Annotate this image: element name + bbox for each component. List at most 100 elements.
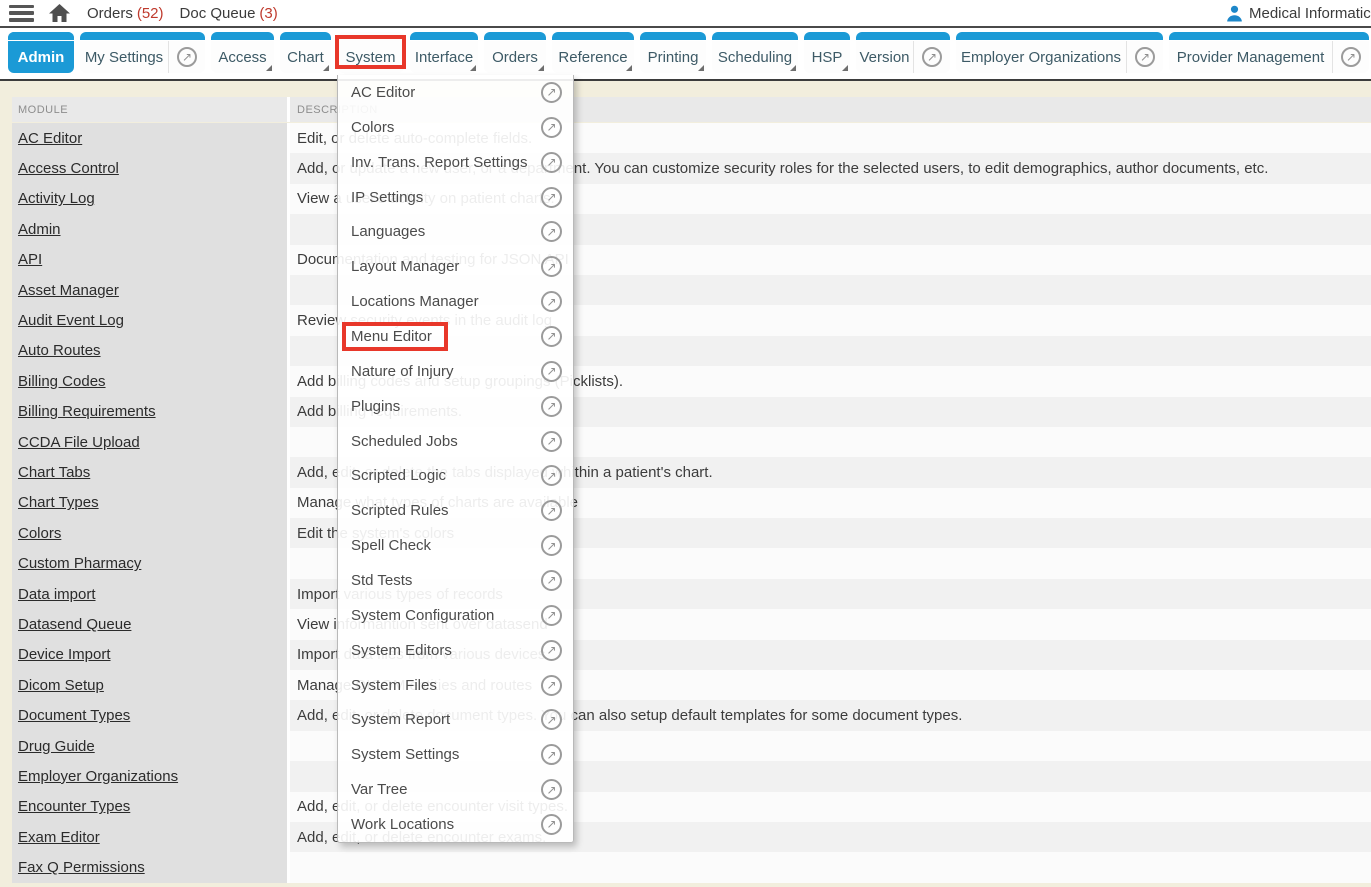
tab-popout-section: ↗ <box>1126 41 1163 73</box>
popout-arrow-icon[interactable]: ↗ <box>541 82 562 103</box>
popout-arrow-icon[interactable]: ↗ <box>541 570 562 591</box>
popout-arrow-icon[interactable]: ↗ <box>541 291 562 312</box>
popout-arrow-icon[interactable]: ↗ <box>541 535 562 556</box>
popout-arrow-icon[interactable]: ↗ <box>1341 47 1361 67</box>
menu-item-label: Scripted Logic <box>351 467 541 484</box>
popout-arrow-icon[interactable]: ↗ <box>541 640 562 661</box>
popout-arrow-icon[interactable]: ↗ <box>541 326 562 347</box>
module-link-datasend-queue[interactable]: Datasend Queue <box>18 616 131 633</box>
popout-arrow-icon[interactable]: ↗ <box>541 152 562 173</box>
module-cell: Data import <box>12 579 287 609</box>
module-link-encounter-types[interactable]: Encounter Types <box>18 798 130 815</box>
popout-arrow-icon[interactable]: ↗ <box>541 396 562 417</box>
menu-item-system-settings[interactable]: System Settings↗ <box>338 737 573 772</box>
menu-item-layout-manager[interactable]: Layout Manager↗ <box>338 249 573 284</box>
module-link-data-import[interactable]: Data import <box>18 586 96 603</box>
menu-item-system-editors[interactable]: System Editors↗ <box>338 633 573 668</box>
menu-item-system-configuration[interactable]: System Configuration↗ <box>338 598 573 633</box>
nav-link-doc-queue[interactable]: Doc Queue(3) <box>180 5 278 22</box>
popout-arrow-icon[interactable]: ↗ <box>177 47 197 67</box>
popout-arrow-icon[interactable]: ↗ <box>541 605 562 626</box>
popout-arrow-icon[interactable]: ↗ <box>1135 47 1155 67</box>
tab-interface[interactable]: Interface <box>410 32 478 73</box>
module-link-colors[interactable]: Colors <box>18 525 61 542</box>
menu-item-ip-settings[interactable]: IP Settings↗ <box>338 180 573 215</box>
menu-item-system-files[interactable]: System Files↗ <box>338 668 573 703</box>
popout-arrow-icon[interactable]: ↗ <box>541 675 562 696</box>
module-link-access-control[interactable]: Access Control <box>18 160 119 177</box>
tab-reference[interactable]: Reference <box>552 32 634 73</box>
module-link-chart-tabs[interactable]: Chart Tabs <box>18 464 90 481</box>
module-link-fax-q-permissions[interactable]: Fax Q Permissions <box>18 859 145 876</box>
menu-item-scripted-logic[interactable]: Scripted Logic↗ <box>338 458 573 493</box>
table-row: Dicom SetupManage DICOM entities and rou… <box>12 670 1371 700</box>
module-link-audit-event-log[interactable]: Audit Event Log <box>18 312 124 329</box>
popout-arrow-icon[interactable]: ↗ <box>541 744 562 765</box>
module-link-chart-types[interactable]: Chart Types <box>18 494 99 511</box>
popout-arrow-icon[interactable]: ↗ <box>541 187 562 208</box>
menu-item-locations-manager[interactable]: Locations Manager↗ <box>338 284 573 319</box>
menu-item-languages[interactable]: Languages↗ <box>338 214 573 249</box>
menu-item-inv-trans-report-settings[interactable]: Inv. Trans. Report Settings↗ <box>338 145 573 180</box>
module-link-ccda-file-upload[interactable]: CCDA File Upload <box>18 434 140 451</box>
module-cell: Custom Pharmacy <box>12 548 287 578</box>
menu-item-std-tests[interactable]: Std Tests↗ <box>338 563 573 598</box>
module-link-device-import[interactable]: Device Import <box>18 646 111 663</box>
popout-arrow-icon[interactable]: ↗ <box>541 500 562 521</box>
module-link-billing-codes[interactable]: Billing Codes <box>18 373 106 390</box>
nav-link-orders[interactable]: Orders(52) <box>87 5 164 22</box>
module-link-asset-manager[interactable]: Asset Manager <box>18 282 119 299</box>
popout-arrow-icon[interactable]: ↗ <box>541 361 562 382</box>
popout-arrow-icon[interactable]: ↗ <box>541 814 562 835</box>
tab-chart[interactable]: Chart <box>280 32 331 73</box>
module-link-drug-guide[interactable]: Drug Guide <box>18 738 95 755</box>
menu-item-ac-editor[interactable]: AC Editor↗ <box>338 75 573 110</box>
popout-arrow-icon[interactable]: ↗ <box>541 465 562 486</box>
tab-employer-organizations[interactable]: Employer Organizations↗ <box>956 32 1163 73</box>
popout-arrow-icon[interactable]: ↗ <box>541 117 562 138</box>
module-link-activity-log[interactable]: Activity Log <box>18 190 95 207</box>
module-link-employer-organizations[interactable]: Employer Organizations <box>18 768 178 785</box>
popout-arrow-icon[interactable]: ↗ <box>541 256 562 277</box>
popout-arrow-icon[interactable]: ↗ <box>541 779 562 800</box>
popout-arrow-icon[interactable]: ↗ <box>541 221 562 242</box>
popout-arrow-icon[interactable]: ↗ <box>541 431 562 452</box>
tab-system[interactable]: System <box>337 32 404 73</box>
menu-item-scheduled-jobs[interactable]: Scheduled Jobs↗ <box>338 424 573 459</box>
menu-item-nature-of-injury[interactable]: Nature of Injury↗ <box>338 354 573 389</box>
popout-arrow-icon[interactable]: ↗ <box>922 47 942 67</box>
menu-item-spell-check[interactable]: Spell Check↗ <box>338 528 573 563</box>
module-link-custom-pharmacy[interactable]: Custom Pharmacy <box>18 555 141 572</box>
module-link-auto-routes[interactable]: Auto Routes <box>18 342 101 359</box>
menu-item-colors[interactable]: Colors↗ <box>338 110 573 145</box>
tab-my-settings[interactable]: My Settings↗ <box>80 32 205 73</box>
module-link-dicom-setup[interactable]: Dicom Setup <box>18 677 104 694</box>
menu-item-var-tree[interactable]: Var Tree↗ <box>338 772 573 807</box>
tab-admin[interactable]: Admin <box>8 32 74 73</box>
tab-hsp[interactable]: HSP <box>804 32 850 73</box>
home-icon[interactable] <box>48 3 71 23</box>
menu-item-work-locations[interactable]: Work Locations↗ <box>338 807 573 842</box>
menu-item-system-report[interactable]: System Report↗ <box>338 702 573 737</box>
menu-item-scripted-rules[interactable]: Scripted Rules↗ <box>338 493 573 528</box>
tab-body: My Settings↗ <box>80 41 205 73</box>
hamburger-menu-icon[interactable] <box>9 5 34 22</box>
tab-orders[interactable]: Orders <box>484 32 546 73</box>
tab-access[interactable]: Access <box>211 32 274 73</box>
tab-provider-management[interactable]: Provider Management↗ <box>1169 32 1369 73</box>
dropdown-caret-icon <box>790 65 796 71</box>
menu-item-menu-editor[interactable]: Menu Editor↗ <box>338 319 573 354</box>
module-link-ac-editor[interactable]: AC Editor <box>18 130 82 147</box>
module-link-admin[interactable]: Admin <box>18 221 61 238</box>
popout-arrow-icon[interactable]: ↗ <box>541 709 562 730</box>
module-link-billing-requirements[interactable]: Billing Requirements <box>18 403 156 420</box>
module-link-exam-editor[interactable]: Exam Editor <box>18 829 100 846</box>
tab-version[interactable]: Version↗ <box>856 32 950 73</box>
menu-item-plugins[interactable]: Plugins↗ <box>338 389 573 424</box>
tab-top-strip <box>8 32 74 41</box>
module-link-document-types[interactable]: Document Types <box>18 707 130 724</box>
module-link-api[interactable]: API <box>18 251 42 268</box>
tab-scheduling[interactable]: Scheduling <box>712 32 798 73</box>
tab-printing[interactable]: Printing <box>640 32 706 73</box>
user-menu[interactable]: Medical Informatic <box>1226 0 1371 26</box>
